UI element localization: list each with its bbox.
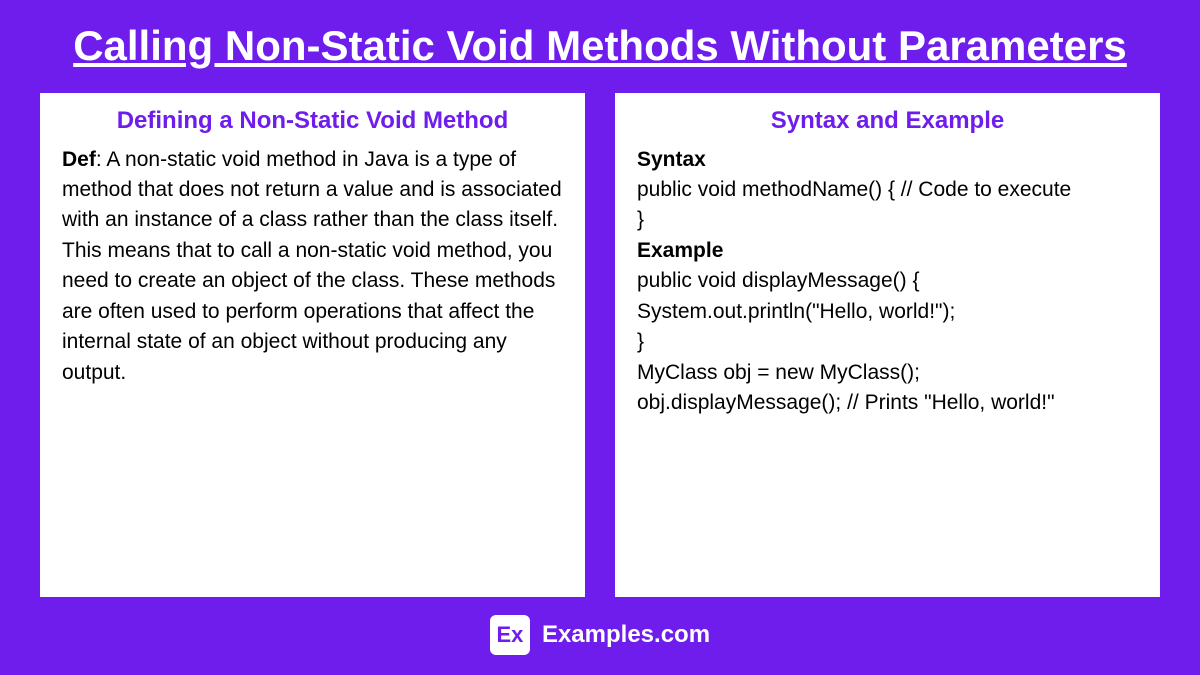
example-line-2: } xyxy=(637,327,1138,357)
card-left-body: Def: A non-static void method in Java is… xyxy=(62,145,563,389)
example-label: Example xyxy=(637,236,1138,266)
page-title: Calling Non-Static Void Methods Without … xyxy=(40,20,1160,73)
card-right: Syntax and Example Syntax public void me… xyxy=(615,93,1160,598)
logo-icon: Ex xyxy=(490,615,530,655)
card-right-body: Syntax public void methodName() { // Cod… xyxy=(637,145,1138,419)
card-right-heading: Syntax and Example xyxy=(637,107,1138,135)
syntax-label: Syntax xyxy=(637,145,1138,175)
example-line-1: public void displayMessage() { System.ou… xyxy=(637,266,1138,327)
example-line-3: MyClass obj = new MyClass(); xyxy=(637,358,1138,388)
footer: Ex Examples.com xyxy=(40,615,1160,655)
def-label: Def xyxy=(62,148,96,171)
example-line-4: obj.displayMessage(); // Prints "Hello, … xyxy=(637,388,1138,418)
footer-site: Examples.com xyxy=(542,621,710,649)
syntax-line-2: } xyxy=(637,205,1138,235)
syntax-line-1: public void methodName() { // Code to ex… xyxy=(637,175,1138,205)
card-left: Defining a Non-Static Void Method Def: A… xyxy=(40,93,585,598)
def-text: : A non-static void method in Java is a … xyxy=(62,148,562,384)
cards-row: Defining a Non-Static Void Method Def: A… xyxy=(40,93,1160,598)
card-left-heading: Defining a Non-Static Void Method xyxy=(62,107,563,135)
